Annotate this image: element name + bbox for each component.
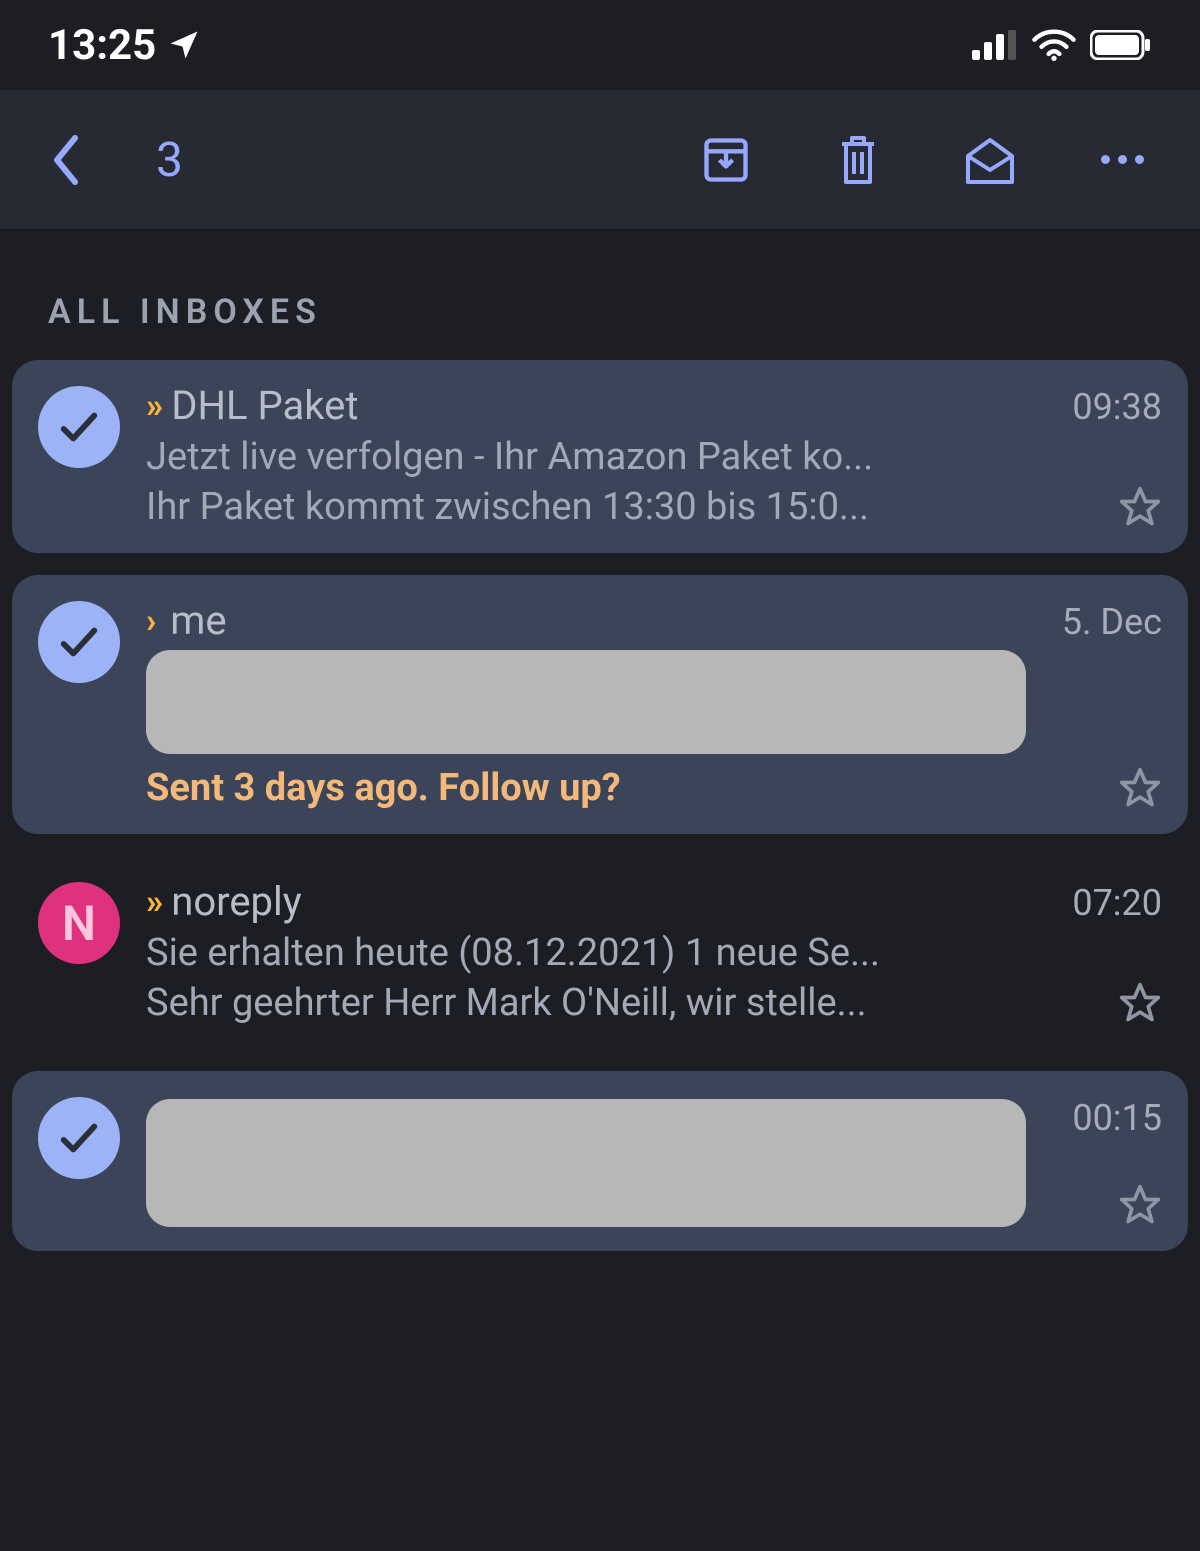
preview: Sehr geehrter Herr Mark O'Neill, wir ste… <box>146 981 1026 1025</box>
selection-avatar[interactable] <box>38 386 120 468</box>
location-icon <box>166 27 202 63</box>
status-bar: 13:25 <box>0 0 1200 90</box>
time: 00:15 <box>1072 1097 1162 1139</box>
importance-icon: » <box>146 386 157 426</box>
time: 07:20 <box>1072 882 1162 924</box>
archive-button[interactable] <box>696 130 756 190</box>
mark-read-button[interactable] <box>960 130 1020 190</box>
subject: Jetzt live verfolgen - Ihr Amazon Paket … <box>146 435 1026 479</box>
subject: Sie erhalten heute (08.12.2021) 1 neue S… <box>146 931 1026 975</box>
star-button[interactable] <box>1118 485 1162 529</box>
section-header: ALL INBOXES <box>0 230 1200 360</box>
email-row[interactable]: N » noreply Sie erhalten heute (08.12.20… <box>12 856 1188 1049</box>
star-button[interactable] <box>1118 766 1162 810</box>
battery-icon <box>1090 30 1152 60</box>
redacted-block <box>146 1099 1026 1227</box>
importance-icon: » <box>146 882 157 922</box>
sender: noreply <box>171 878 301 925</box>
redacted-block <box>146 650 1026 754</box>
back-button[interactable] <box>36 134 96 186</box>
time: 09:38 <box>1072 386 1162 428</box>
preview: Ihr Paket kommt zwischen 13:30 bis 15:0.… <box>146 485 1026 529</box>
avatar-letter: N <box>62 895 96 952</box>
selection-avatar[interactable] <box>38 1097 120 1179</box>
wifi-icon <box>1032 29 1076 61</box>
time: 5. Dec <box>1062 601 1162 643</box>
selection-avatar[interactable] <box>38 601 120 683</box>
star-button[interactable] <box>1118 1183 1162 1227</box>
email-row[interactable]: 00:15 <box>12 1071 1188 1251</box>
cell-signal-icon <box>972 30 1018 60</box>
delete-button[interactable] <box>828 130 888 190</box>
star-button[interactable] <box>1118 981 1162 1025</box>
selection-toolbar: 3 <box>0 90 1200 230</box>
selection-count: 3 <box>156 131 183 188</box>
email-row[interactable]: › me Sent 3 days ago. Follow up? 5. Dec <box>12 575 1188 834</box>
sender: me <box>170 597 226 644</box>
sender-avatar[interactable]: N <box>38 882 120 964</box>
importance-icon: › <box>146 601 156 641</box>
status-time: 13:25 <box>48 21 156 70</box>
sender: DHL Paket <box>171 382 358 429</box>
email-list: » DHL Paket Jetzt live verfolgen - Ihr A… <box>0 360 1200 1251</box>
more-button[interactable] <box>1092 130 1152 190</box>
email-row[interactable]: » DHL Paket Jetzt live verfolgen - Ihr A… <box>12 360 1188 553</box>
nudge-text: Sent 3 days ago. Follow up? <box>146 766 1026 810</box>
